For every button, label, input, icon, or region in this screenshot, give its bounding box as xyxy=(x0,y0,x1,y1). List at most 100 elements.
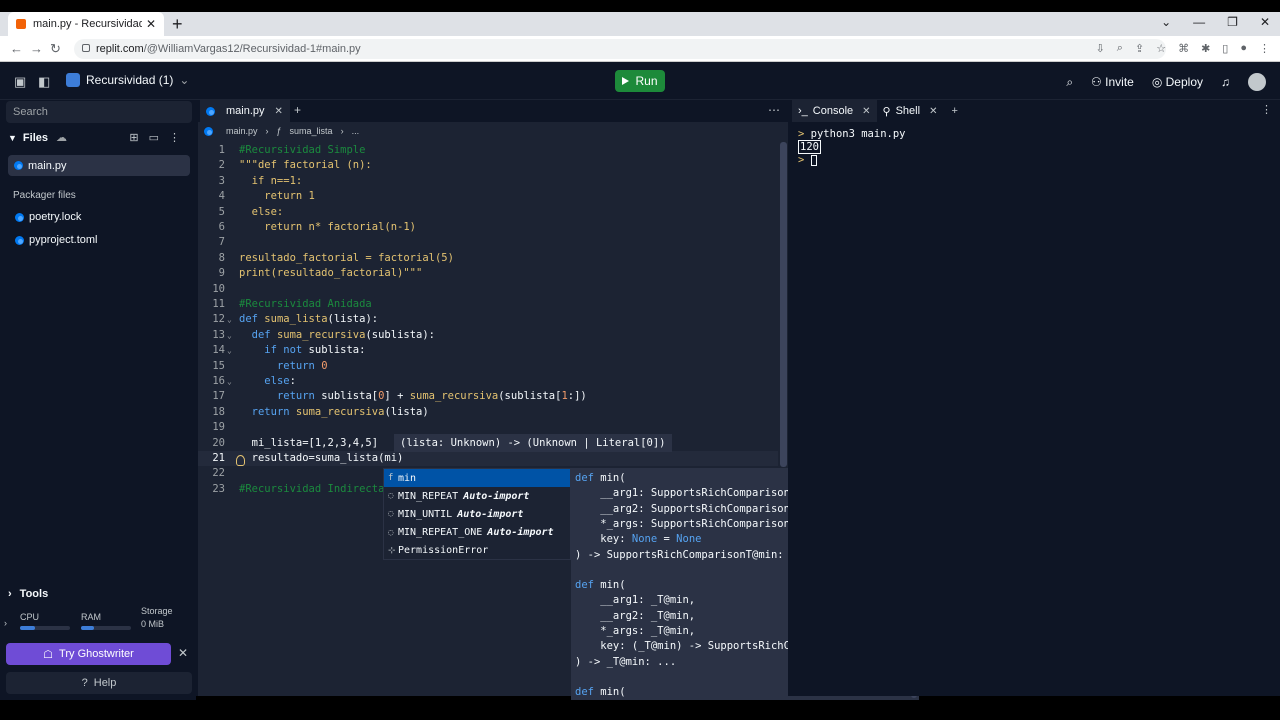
toggle-sidebar-icon[interactable]: ▣ xyxy=(14,74,26,90)
code-line[interactable]: 18 return suma_recursiva(lista) xyxy=(198,405,778,420)
profile-icon[interactable]: ● xyxy=(1240,42,1247,55)
sidepanel-icon[interactable]: ▯ xyxy=(1222,42,1228,55)
new-folder-icon[interactable]: ▭ xyxy=(149,131,159,144)
code-line[interactable]: 1 #Recursividad Simple xyxy=(198,143,778,158)
add-tab-icon[interactable]: + xyxy=(294,103,301,117)
code-line[interactable]: 16 ⌄ else: xyxy=(198,374,778,389)
lightbulb-icon[interactable] xyxy=(236,455,245,466)
breadcrumb-item[interactable]: suma_lista xyxy=(290,126,333,136)
line-number: 20 xyxy=(212,436,225,449)
code-line[interactable]: 4 return 1 xyxy=(198,189,778,204)
bookmark-star-icon[interactable]: ☆ xyxy=(1156,42,1166,55)
autocomplete-item[interactable]: ◌ MIN_UNTIL Auto-import xyxy=(384,505,570,523)
minimize-icon[interactable]: — xyxy=(1193,15,1205,29)
more-options-icon[interactable]: ⋯ xyxy=(768,103,780,117)
address-bar: ← → ↻ replit.com/@WilliamVargas12/Recurs… xyxy=(0,36,1280,62)
code-text: resultado=suma_lista(mi) xyxy=(239,452,404,464)
file-item-pyproject-toml[interactable]: pyproject.toml xyxy=(15,234,97,246)
new-file-icon[interactable]: ⊞ xyxy=(129,131,138,144)
tab-shell[interactable]: ⚲ Shell ✕ xyxy=(877,100,944,122)
help-button[interactable]: ? Help xyxy=(6,672,192,694)
url-field[interactable]: replit.com/@WilliamVargas12/Recursividad… xyxy=(74,39,1166,59)
code-text: def suma_recursiva(sublista): xyxy=(251,328,436,341)
files-section-header[interactable]: ▼ Files ☁ ⊞ ▭ ⋮ xyxy=(8,131,188,145)
close-window-icon[interactable]: ✕ xyxy=(1260,15,1270,29)
autocomplete-item[interactable]: ◌ MIN_REPEAT Auto-import xyxy=(384,487,570,505)
repl-name-button[interactable]: Recursividad (1) ⌄ xyxy=(66,73,189,87)
close-icon[interactable]: ✕ xyxy=(862,106,870,117)
code-line[interactable]: 7 xyxy=(198,235,778,250)
doc-line: __arg1: _T@min, xyxy=(575,594,696,607)
line-number: 3 xyxy=(218,174,225,187)
browser-tab[interactable]: main.py - Recursividad (1) - Rep ✕ xyxy=(8,12,164,36)
code-line[interactable]: 6 return n* factorial(n-1) xyxy=(198,220,778,235)
user-avatar[interactable] xyxy=(1248,73,1266,91)
code-line[interactable]: 8 resultado_factorial = factorial(5) xyxy=(198,251,778,266)
breadcrumb-item[interactable]: ... xyxy=(352,126,360,136)
invite-button[interactable]: ⚇ Invite xyxy=(1091,75,1134,89)
code-line[interactable]: 14 ⌄ if not sublista: xyxy=(198,343,778,358)
fold-chevron-icon[interactable]: ⌄ xyxy=(227,374,232,389)
try-ghostwriter-button[interactable]: ☖ Try Ghostwriter xyxy=(6,643,171,665)
console-output[interactable]: > python3 main.py 120 > xyxy=(798,128,905,167)
search-input[interactable]: Search xyxy=(6,101,192,123)
console-input-line[interactable]: > xyxy=(798,154,905,167)
doc-line: *_args: _T@min, xyxy=(575,625,696,637)
file-item-poetry-lock[interactable]: poetry.lock xyxy=(15,211,81,223)
new-tab-button[interactable]: + xyxy=(172,14,183,35)
replit-logo-icon[interactable]: ◧ xyxy=(38,74,50,90)
fold-chevron-icon[interactable]: ⌄ xyxy=(227,328,232,343)
search-icon[interactable]: ⌕ xyxy=(1066,75,1073,90)
close-icon[interactable]: ✕ xyxy=(178,646,188,660)
close-tab-icon[interactable]: ✕ xyxy=(146,17,156,31)
code-line[interactable]: 2 """def factorial (n): xyxy=(198,158,778,173)
code-line[interactable]: 13 ⌄ def suma_recursiva(sublista): xyxy=(198,328,778,343)
tab-main-py[interactable]: main.py ✕ xyxy=(200,100,290,122)
class-icon: ⊹ xyxy=(388,545,396,556)
code-line[interactable]: 9 print(resultado_factorial)""" xyxy=(198,266,778,281)
chevron-right-icon: › xyxy=(265,126,269,136)
more-options-icon[interactable]: ⋮ xyxy=(169,131,180,144)
code-line[interactable]: 21 resultado=suma_lista(mi) xyxy=(198,451,778,467)
code-text: def suma_lista(lista): xyxy=(239,313,379,326)
more-options-icon[interactable]: ⋮ xyxy=(1261,103,1272,116)
close-icon[interactable]: ✕ xyxy=(275,106,283,117)
close-icon[interactable]: ✕ xyxy=(929,106,937,117)
code-line[interactable]: 17 return sublista[0] + suma_recursiva(s… xyxy=(198,389,778,404)
add-tab-icon[interactable]: + xyxy=(951,105,957,117)
browser-toolbar-icons: ⇩ ⌕ ⇪ ☆ ⌘ ✱ ▯ ● ⋮ xyxy=(1096,42,1270,55)
maximize-icon[interactable]: ❐ xyxy=(1227,15,1238,29)
extensions-icon[interactable]: ✱ xyxy=(1201,42,1210,55)
site-info-icon[interactable] xyxy=(82,44,90,52)
zoom-icon[interactable]: ⌕ xyxy=(1117,42,1123,55)
doc-line: __arg2: _T@min, xyxy=(575,609,696,622)
file-item-main-py[interactable]: main.py xyxy=(8,155,190,176)
fold-chevron-icon[interactable]: ⌄ xyxy=(227,312,232,327)
tab-console[interactable]: ›_ Console ✕ xyxy=(792,100,877,122)
autocomplete-item[interactable]: ⊹ PermissionError xyxy=(384,542,570,560)
autocomplete-item[interactable]: f min xyxy=(384,469,570,487)
reload-icon[interactable]: ↻ xyxy=(50,41,61,57)
share-icon[interactable]: ⇪ xyxy=(1135,42,1144,55)
forward-icon[interactable]: → xyxy=(30,41,43,56)
tools-section-header[interactable]: › Tools xyxy=(8,588,48,600)
fold-chevron-icon[interactable]: ⌄ xyxy=(227,343,232,358)
breadcrumb-item[interactable]: main.py xyxy=(226,126,258,136)
function-icon: f xyxy=(388,473,394,483)
notifications-bell-icon[interactable]: ♫ xyxy=(1221,75,1230,89)
code-line[interactable]: 15 return 0 xyxy=(198,359,778,374)
code-line[interactable]: 11 #Recursividad Anidada xyxy=(198,297,778,312)
code-line[interactable]: 5 else: xyxy=(198,205,778,220)
autocomplete-item[interactable]: ◌ MIN_REPEAT_ONE Auto-import xyxy=(384,524,570,542)
code-line[interactable]: 10 xyxy=(198,282,778,297)
editor-scrollbar[interactable] xyxy=(780,142,787,467)
translate-icon[interactable]: ⌘ xyxy=(1178,42,1189,55)
tab-search-icon[interactable]: ⌄ xyxy=(1161,15,1171,29)
back-icon[interactable]: ← xyxy=(10,41,23,56)
deploy-button[interactable]: ◎ Deploy xyxy=(1152,75,1203,89)
code-line[interactable]: 12 ⌄ def suma_lista(lista): xyxy=(198,312,778,327)
run-button[interactable]: Run xyxy=(615,70,665,92)
menu-icon[interactable]: ⋮ xyxy=(1259,42,1270,55)
code-line[interactable]: 3 if n==1: xyxy=(198,174,778,189)
install-icon[interactable]: ⇩ xyxy=(1096,42,1105,55)
